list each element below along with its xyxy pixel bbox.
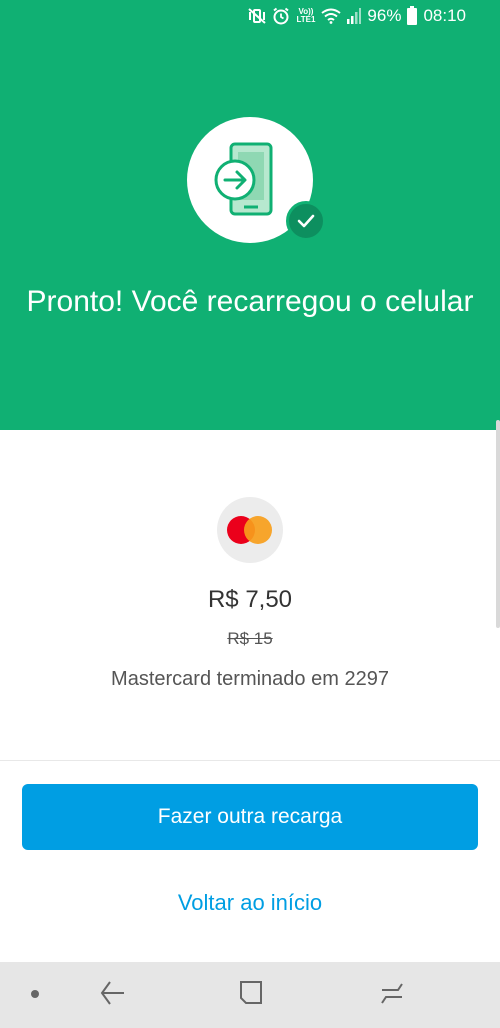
lte-label: LTE1 xyxy=(296,15,316,24)
mastercard-icon xyxy=(217,497,283,563)
wifi-icon xyxy=(321,6,342,26)
vibrate-mute-icon xyxy=(248,6,267,26)
back-arrow-icon[interactable] xyxy=(98,978,126,1013)
clock: 08:10 xyxy=(423,6,466,25)
check-badge-icon xyxy=(286,201,326,241)
volte-lte-icon: Vo)) LTE1 xyxy=(296,6,315,26)
status-bar: Vo)) LTE1 96% 08:10 xyxy=(0,0,500,36)
system-navigation-bar xyxy=(0,962,500,1028)
back-to-home-link[interactable]: Voltar ao início xyxy=(0,890,500,916)
success-header: Vo)) LTE1 96% 08:10 Pronto! Você recarreg… xyxy=(0,0,500,430)
recent-apps-icon[interactable] xyxy=(378,978,406,1013)
original-amount: R$ 15 xyxy=(227,629,273,648)
home-icon[interactable] xyxy=(238,979,264,1012)
battery-icon xyxy=(407,5,418,26)
alarm-icon xyxy=(272,6,290,26)
signal-icon xyxy=(347,6,362,26)
card-description: Mastercard terminado em 2297 xyxy=(111,668,389,690)
divider xyxy=(0,760,500,761)
nav-dot-icon[interactable] xyxy=(31,990,39,998)
payment-amount: R$ 7,50 xyxy=(207,586,293,613)
battery-percent: 96% xyxy=(367,6,402,25)
new-recharge-button[interactable]: Fazer outra recarga xyxy=(22,784,478,850)
success-title: Pronto! Você recarregou o celular xyxy=(26,285,474,318)
